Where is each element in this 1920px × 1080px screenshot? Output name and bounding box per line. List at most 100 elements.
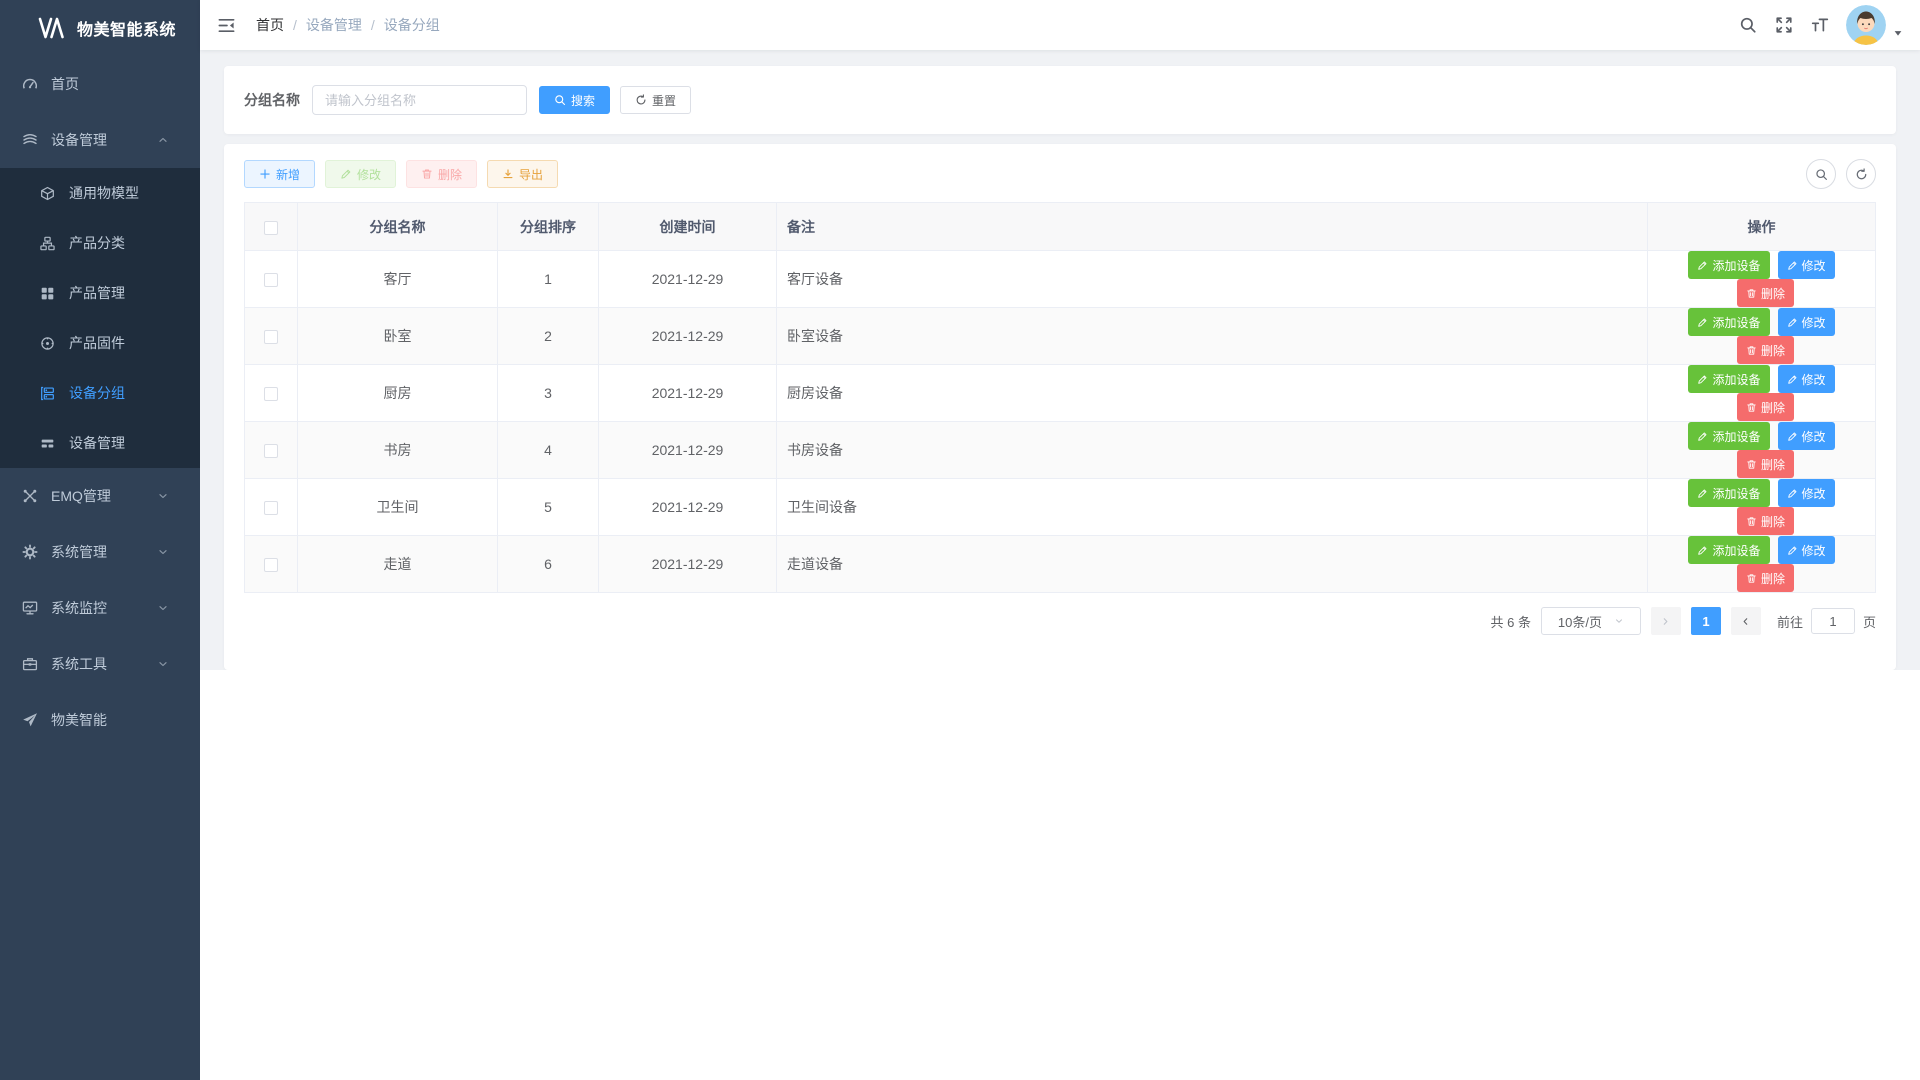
sidebar-item-label: 物美智能 bbox=[51, 710, 107, 730]
user-avatar[interactable] bbox=[1846, 5, 1886, 45]
prev-page-button[interactable] bbox=[1651, 607, 1681, 635]
header-search-button[interactable] bbox=[1730, 0, 1766, 50]
delete-button[interactable]: 删除 bbox=[406, 160, 477, 188]
group-name-input[interactable] bbox=[312, 85, 527, 115]
row-checkbox[interactable] bbox=[264, 387, 278, 401]
cell-remark: 厨房设备 bbox=[777, 365, 1648, 422]
sidebar-item-label: 系统管理 bbox=[51, 542, 107, 562]
caret-down-icon[interactable] bbox=[1892, 27, 1904, 39]
font-size-button[interactable] bbox=[1802, 0, 1838, 50]
edit-button[interactable]: 修改 bbox=[325, 160, 396, 188]
sidebar-item-device-group[interactable]: 设备分组 bbox=[0, 368, 200, 418]
refresh-table-button[interactable] bbox=[1846, 159, 1876, 189]
search-form: 分组名称 搜索 重置 bbox=[224, 66, 1896, 134]
sidebar-item-product-category[interactable]: 产品分类 bbox=[0, 218, 200, 268]
search-icon bbox=[554, 94, 566, 106]
row-checkbox[interactable] bbox=[264, 501, 278, 515]
sidebar-item-system-monitor[interactable]: 系统监控 bbox=[0, 580, 200, 636]
sidebar-item-system-tools[interactable]: 系统工具 bbox=[0, 636, 200, 692]
device-group-table: 分组名称分组排序创建时间备注操作 客厅12021-12-29客厅设备添加设备修改… bbox=[244, 202, 1876, 593]
add-device-button[interactable]: 添加设备 bbox=[1688, 422, 1769, 450]
breadcrumb-separator: / bbox=[371, 17, 375, 33]
delete-row-button[interactable]: 删除 bbox=[1737, 564, 1794, 592]
cell-actions: 添加设备 修改删除 bbox=[1648, 536, 1876, 593]
goto-page-input[interactable] bbox=[1811, 608, 1855, 634]
search-button[interactable]: 搜索 bbox=[539, 86, 610, 114]
add-device-button[interactable]: 添加设备 bbox=[1688, 308, 1769, 336]
add-device-button-label: 添加设备 bbox=[1712, 542, 1760, 559]
edit-row-button[interactable]: 修改 bbox=[1778, 479, 1835, 507]
edit-icon bbox=[1787, 488, 1798, 499]
next-page-button[interactable] bbox=[1731, 607, 1761, 635]
reset-button[interactable]: 重置 bbox=[620, 86, 691, 114]
page-number-button[interactable]: 1 bbox=[1691, 607, 1721, 635]
sidebar-item-product-firmware[interactable]: 产品固件 bbox=[0, 318, 200, 368]
edit-icon bbox=[1787, 374, 1798, 385]
content-area: 分组名称 搜索 重置 新增修改删除导出 bbox=[200, 50, 1920, 670]
chevron-left-icon bbox=[1660, 616, 1671, 627]
row-checkbox[interactable] bbox=[264, 444, 278, 458]
sidebar-item-emq-management[interactable]: EMQ管理 bbox=[0, 468, 200, 524]
sidebar-item-device-management[interactable]: 设备管理 bbox=[0, 112, 200, 168]
table-card: 新增修改删除导出 分组名称分组排序创建时间备注操作 客厅12021-12-29客… bbox=[224, 144, 1896, 670]
table-row: 书房42021-12-29书房设备添加设备修改删除 bbox=[245, 422, 1876, 479]
cell-group-name: 走道 bbox=[298, 536, 498, 593]
add-device-button[interactable]: 添加设备 bbox=[1688, 365, 1769, 393]
export-button[interactable]: 导出 bbox=[487, 160, 558, 188]
fullscreen-button[interactable] bbox=[1766, 0, 1802, 50]
header-checkbox[interactable] bbox=[264, 221, 278, 235]
add-device-button[interactable]: 添加设备 bbox=[1688, 251, 1769, 279]
topbar-right bbox=[1730, 0, 1920, 50]
breadcrumb-item[interactable]: 首页 bbox=[256, 15, 284, 35]
delete-row-button-label: 删除 bbox=[1761, 342, 1785, 359]
sidebar-item-device-management-sub[interactable]: 设备管理 bbox=[0, 418, 200, 468]
refresh-icon bbox=[635, 94, 647, 106]
sidebar-item-product-management[interactable]: 产品管理 bbox=[0, 268, 200, 318]
edit-row-button[interactable]: 修改 bbox=[1778, 308, 1835, 336]
cell-checkbox bbox=[245, 536, 298, 593]
edit-row-button[interactable]: 修改 bbox=[1778, 536, 1835, 564]
edit-row-button[interactable]: 修改 bbox=[1778, 251, 1835, 279]
cell-group-order: 4 bbox=[498, 422, 599, 479]
cell-actions: 添加设备修改删除 bbox=[1648, 365, 1876, 422]
delete-row-button[interactable]: 删除 bbox=[1737, 507, 1794, 535]
delete-row-button[interactable]: 删除 bbox=[1737, 450, 1794, 478]
delete-icon bbox=[421, 168, 433, 180]
sidebar-item-system-management[interactable]: 系统管理 bbox=[0, 524, 200, 580]
delete-icon bbox=[1746, 459, 1757, 470]
edit-row-button-label: 修改 bbox=[1802, 314, 1826, 331]
fullscreen-icon bbox=[1775, 16, 1793, 34]
edit-row-button[interactable]: 修改 bbox=[1778, 422, 1835, 450]
row-checkbox[interactable] bbox=[264, 330, 278, 344]
cell-group-order: 3 bbox=[498, 365, 599, 422]
group-name-label: 分组名称 bbox=[244, 90, 300, 110]
dashboard-icon bbox=[22, 76, 38, 92]
page-size-select[interactable]: 10条/页 bbox=[1541, 607, 1641, 635]
delete-row-button[interactable]: 删除 bbox=[1737, 279, 1794, 307]
row-checkbox[interactable] bbox=[264, 558, 278, 572]
delete-row-button[interactable]: 删除 bbox=[1737, 336, 1794, 364]
table-row: 卧室22021-12-29卧室设备添加设备修改删除 bbox=[245, 308, 1876, 365]
group-icon bbox=[40, 386, 55, 401]
toggle-search-button[interactable] bbox=[1806, 159, 1836, 189]
add-device-button[interactable]: 添加设备 bbox=[1688, 536, 1769, 564]
sidebar-item-wumei-smart[interactable]: 物美智能 bbox=[0, 692, 200, 748]
logo[interactable]: 物美智能系统 bbox=[0, 0, 200, 56]
breadcrumb: 首页/设备管理/设备分组 bbox=[256, 15, 440, 35]
column-header: 操作 bbox=[1648, 203, 1876, 251]
column-header: 分组名称 bbox=[298, 203, 498, 251]
sidebar-item-home[interactable]: 首页 bbox=[0, 56, 200, 112]
header-checkbox-cell bbox=[245, 203, 298, 251]
row-checkbox[interactable] bbox=[264, 273, 278, 287]
cell-created-time: 2021-12-29 bbox=[599, 536, 777, 593]
add-device-button[interactable]: 添加设备 bbox=[1688, 479, 1769, 507]
column-header: 备注 bbox=[777, 203, 1648, 251]
delete-row-button-label: 删除 bbox=[1761, 285, 1785, 302]
edit-icon bbox=[1697, 545, 1708, 556]
delete-row-button[interactable]: 删除 bbox=[1737, 393, 1794, 421]
sidebar-item-general-thing-model[interactable]: 通用物模型 bbox=[0, 168, 200, 218]
cell-group-order: 6 bbox=[498, 536, 599, 593]
edit-row-button[interactable]: 修改 bbox=[1778, 365, 1835, 393]
add-button[interactable]: 新增 bbox=[244, 160, 315, 188]
sidebar-collapse-button[interactable] bbox=[200, 0, 252, 50]
